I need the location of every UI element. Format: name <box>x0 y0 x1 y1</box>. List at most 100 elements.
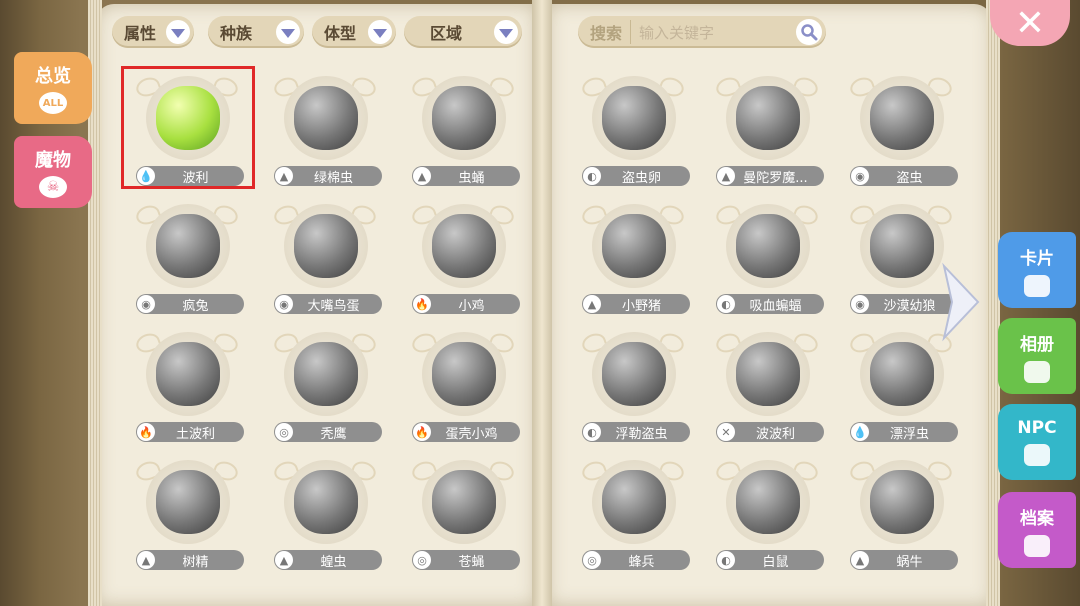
monster-namebar: ▲ 蝗虫 <box>274 550 382 570</box>
monster-card[interactable]: 🔥 小鸡 <box>398 196 528 314</box>
filter-race[interactable]: 种族 <box>208 16 304 48</box>
monster-card[interactable]: ◎ 秃鹰 <box>260 324 390 442</box>
tab-npc-label: NPC <box>1017 418 1057 438</box>
monster-image <box>602 86 666 150</box>
monster-card[interactable]: ▲ 曼陀罗魔... <box>702 68 832 186</box>
element-icon: 🔥 <box>413 295 431 313</box>
monster-image <box>294 470 358 534</box>
monster-image <box>432 342 496 406</box>
monster-card[interactable]: ▲ 蜗牛 <box>836 452 966 570</box>
monster-namebar: ◎ 秃鹰 <box>274 422 382 442</box>
monster-name: 蛋壳小鸡 <box>445 426 498 442</box>
tab-album[interactable]: 相册 <box>998 318 1076 394</box>
tab-overview-label: 总览 <box>35 66 71 87</box>
tab-archive[interactable]: 档案 <box>998 492 1076 568</box>
filter-attribute[interactable]: 属性 <box>112 16 194 48</box>
monster-card[interactable]: ✕ 波波利 <box>702 324 832 442</box>
monster-name: 波波利 <box>755 426 795 442</box>
monster-namebar: ◐ 浮勒盗虫 <box>582 422 690 442</box>
monster-card[interactable]: ◐ 白鼠 <box>702 452 832 570</box>
monster-card[interactable]: ◐ 盗虫卵 <box>568 68 698 186</box>
filter-region[interactable]: 区域 <box>404 16 522 48</box>
monster-card[interactable]: ◉ 盗虫 <box>836 68 966 186</box>
monster-image <box>156 470 220 534</box>
monster-image <box>870 86 934 150</box>
monster-image <box>870 214 934 278</box>
monster-image <box>432 86 496 150</box>
monster-image <box>736 342 800 406</box>
element-icon: 🔥 <box>413 423 431 441</box>
monster-image <box>432 470 496 534</box>
skull-icon: ☠ <box>39 176 67 198</box>
tab-cards[interactable]: 卡片 <box>998 232 1076 308</box>
monster-card[interactable]: ◐ 吸血蝙蝠 <box>702 196 832 314</box>
monster-card[interactable]: ▲ 树精 <box>122 452 252 570</box>
monster-namebar: ✕ 波波利 <box>716 422 824 442</box>
element-icon: ◎ <box>275 423 293 441</box>
monster-name: 苍蝇 <box>458 554 485 570</box>
monster-namebar: ▲ 绿棉虫 <box>274 166 382 186</box>
monster-card[interactable]: ▲ 虫蛹 <box>398 68 528 186</box>
monster-name: 小野猪 <box>621 298 661 314</box>
monster-image <box>736 86 800 150</box>
tab-overview[interactable]: 总览 ALL <box>14 52 92 124</box>
search-icon[interactable] <box>796 19 822 45</box>
element-icon: ◉ <box>137 295 155 313</box>
element-icon: ▲ <box>583 295 601 313</box>
monster-image <box>294 342 358 406</box>
element-icon: ◎ <box>413 551 431 569</box>
monster-image <box>432 214 496 278</box>
monster-image <box>736 214 800 278</box>
monster-card[interactable]: ◎ 蜂兵 <box>568 452 698 570</box>
monster-name: 绿棉虫 <box>313 170 353 186</box>
search-input[interactable]: 输入关键字 <box>631 22 796 43</box>
monster-card[interactable]: ◐ 浮勒盗虫 <box>568 324 698 442</box>
card-icon <box>1024 274 1050 297</box>
monster-image <box>870 342 934 406</box>
monster-image <box>602 214 666 278</box>
close-icon[interactable]: ✕ <box>990 0 1070 46</box>
monster-card[interactable]: 🔥 土波利 <box>122 324 252 442</box>
tab-npc[interactable]: NPC <box>998 404 1076 480</box>
tab-monsters-label: 魔物 <box>35 150 71 171</box>
monster-name: 小鸡 <box>458 298 485 314</box>
monster-name: 盗虫卵 <box>621 170 661 186</box>
element-icon: 🔥 <box>137 423 155 441</box>
monster-card[interactable]: 🔥 蛋壳小鸡 <box>398 324 528 442</box>
document-icon <box>1024 534 1050 557</box>
monster-card[interactable]: ◎ 苍蝇 <box>398 452 528 570</box>
search-bar[interactable]: 搜索 输入关键字 <box>578 16 826 48</box>
tab-monsters[interactable]: 魔物 ☠ <box>14 136 92 208</box>
monster-card[interactable]: ◉ 疯兔 <box>122 196 252 314</box>
monster-namebar: 🔥 小鸡 <box>412 294 520 314</box>
monster-card[interactable]: ▲ 小野猪 <box>568 196 698 314</box>
chevron-down-icon <box>494 20 518 44</box>
monster-image <box>156 214 220 278</box>
monster-namebar: 🔥 蛋壳小鸡 <box>412 422 520 442</box>
monster-name: 吸血蝙蝠 <box>749 298 802 314</box>
arrow-right-icon[interactable] <box>938 262 982 342</box>
monster-card[interactable]: ▲ 蝗虫 <box>260 452 390 570</box>
book-spine <box>532 0 552 606</box>
element-icon: ◉ <box>275 295 293 313</box>
element-icon: ▲ <box>137 551 155 569</box>
monster-name: 白鼠 <box>762 554 789 570</box>
filter-label: 体型 <box>324 24 357 43</box>
element-icon: ▲ <box>851 551 869 569</box>
selection-frame <box>121 66 255 189</box>
monster-image <box>602 342 666 406</box>
monster-image <box>870 470 934 534</box>
monster-name: 曼陀罗魔... <box>743 170 808 186</box>
monster-namebar: ▲ 虫蛹 <box>412 166 520 186</box>
element-icon: ◎ <box>583 551 601 569</box>
monster-namebar: ◐ 吸血蝙蝠 <box>716 294 824 314</box>
element-icon: ▲ <box>275 167 293 185</box>
monster-card[interactable]: ◉ 大嘴鸟蛋 <box>260 196 390 314</box>
monster-card[interactable]: ▲ 绿棉虫 <box>260 68 390 186</box>
filter-size[interactable]: 体型 <box>312 16 396 48</box>
npc-icon <box>1024 444 1050 466</box>
monster-namebar: ◎ 苍蝇 <box>412 550 520 570</box>
tab-cards-label: 卡片 <box>1020 248 1054 269</box>
monster-name: 蝗虫 <box>320 554 347 570</box>
monster-name: 秃鹰 <box>320 426 347 442</box>
